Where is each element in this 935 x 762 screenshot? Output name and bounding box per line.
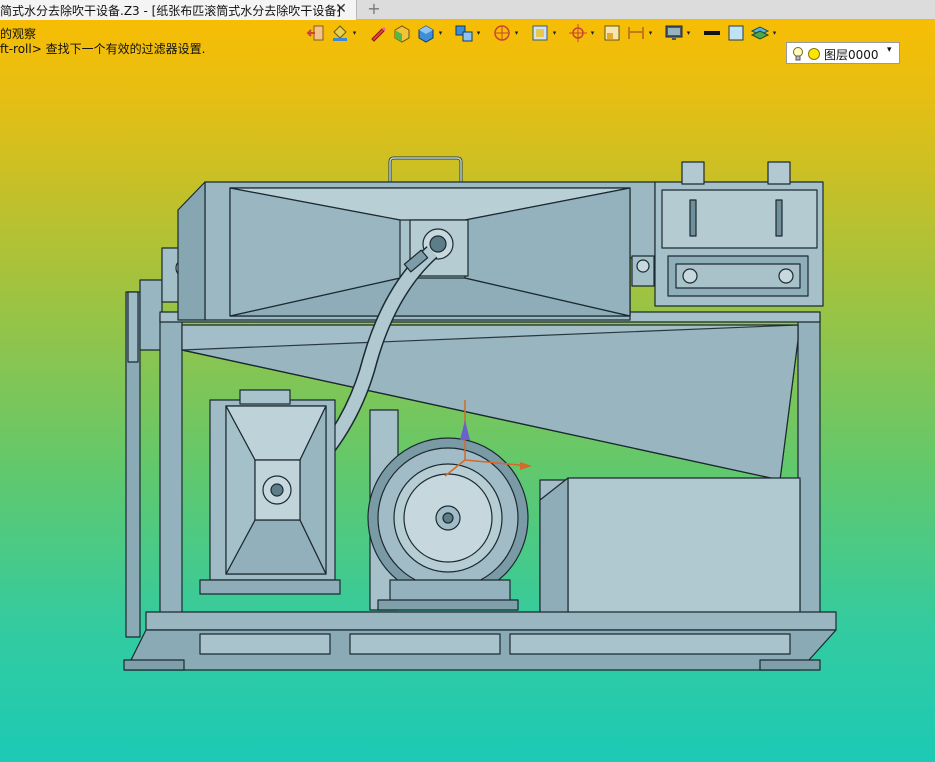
pencil-icon[interactable] <box>368 23 388 43</box>
layer-color-dot-icon <box>808 48 820 60</box>
paint-bucket-dropdown-caret[interactable]: ▾ <box>351 30 358 37</box>
layer-select[interactable]: 图层0000 ▾ <box>786 42 900 64</box>
layer-stack-icon[interactable] <box>750 23 770 43</box>
new-tab-button[interactable]: + <box>366 0 382 20</box>
snap-target-icon[interactable] <box>568 23 588 43</box>
3d-viewport[interactable]: 的观察 ft-roll> 查找下一个有效的过滤器设置. ▾ ▾ ▾ ▾ ▾ ▾ … <box>0 20 935 762</box>
render-mode-icon[interactable] <box>492 23 512 43</box>
tab-bar: 简式水分去除吹干设备.Z3 - [纸张布匹滚筒式水分去除吹干设备] ✕ + <box>0 0 935 20</box>
line-color-icon[interactable] <box>702 23 722 43</box>
fill-color-icon[interactable] <box>726 23 746 43</box>
chevron-down-icon[interactable]: ▾ <box>887 45 892 55</box>
multi-cube-dropdown-caret[interactable]: ▾ <box>475 30 482 37</box>
machine-model <box>123 156 837 671</box>
monitor-icon[interactable] <box>664 23 684 43</box>
document-tab[interactable]: 简式水分去除吹干设备.Z3 - [纸张布匹滚筒式水分去除吹干设备] ✕ <box>0 0 357 20</box>
command-prompt-line: ft-roll> 查找下一个有效的过滤器设置. <box>0 42 206 56</box>
snap-target-dropdown-caret[interactable]: ▾ <box>589 30 596 37</box>
multi-cube-icon[interactable] <box>454 23 474 43</box>
close-icon[interactable]: ✕ <box>334 1 348 17</box>
paint-bucket-icon[interactable] <box>330 23 350 43</box>
exit-sketch-icon[interactable] <box>306 23 326 43</box>
render-mode-dropdown-caret[interactable]: ▾ <box>513 30 520 37</box>
layer-stack-dropdown-caret[interactable]: ▾ <box>771 30 778 37</box>
dimension-dropdown-caret[interactable]: ▾ <box>647 30 654 37</box>
frame-icon[interactable] <box>602 23 622 43</box>
layer-name: 图层0000 <box>824 48 879 62</box>
light-bulb-icon <box>793 47 803 61</box>
tab-title: 简式水分去除吹干设备.Z3 - [纸张布匹滚筒式水分去除吹干设备] <box>0 4 341 18</box>
cube-view-dropdown-caret[interactable]: ▾ <box>437 30 444 37</box>
shaded-box-icon[interactable] <box>392 23 412 43</box>
dimension-icon[interactable] <box>626 23 646 43</box>
sketch-frame-dropdown-caret[interactable]: ▾ <box>551 30 558 37</box>
sketch-frame-icon[interactable] <box>530 23 550 43</box>
cube-view-icon[interactable] <box>416 23 436 43</box>
monitor-dropdown-caret[interactable]: ▾ <box>685 30 692 37</box>
